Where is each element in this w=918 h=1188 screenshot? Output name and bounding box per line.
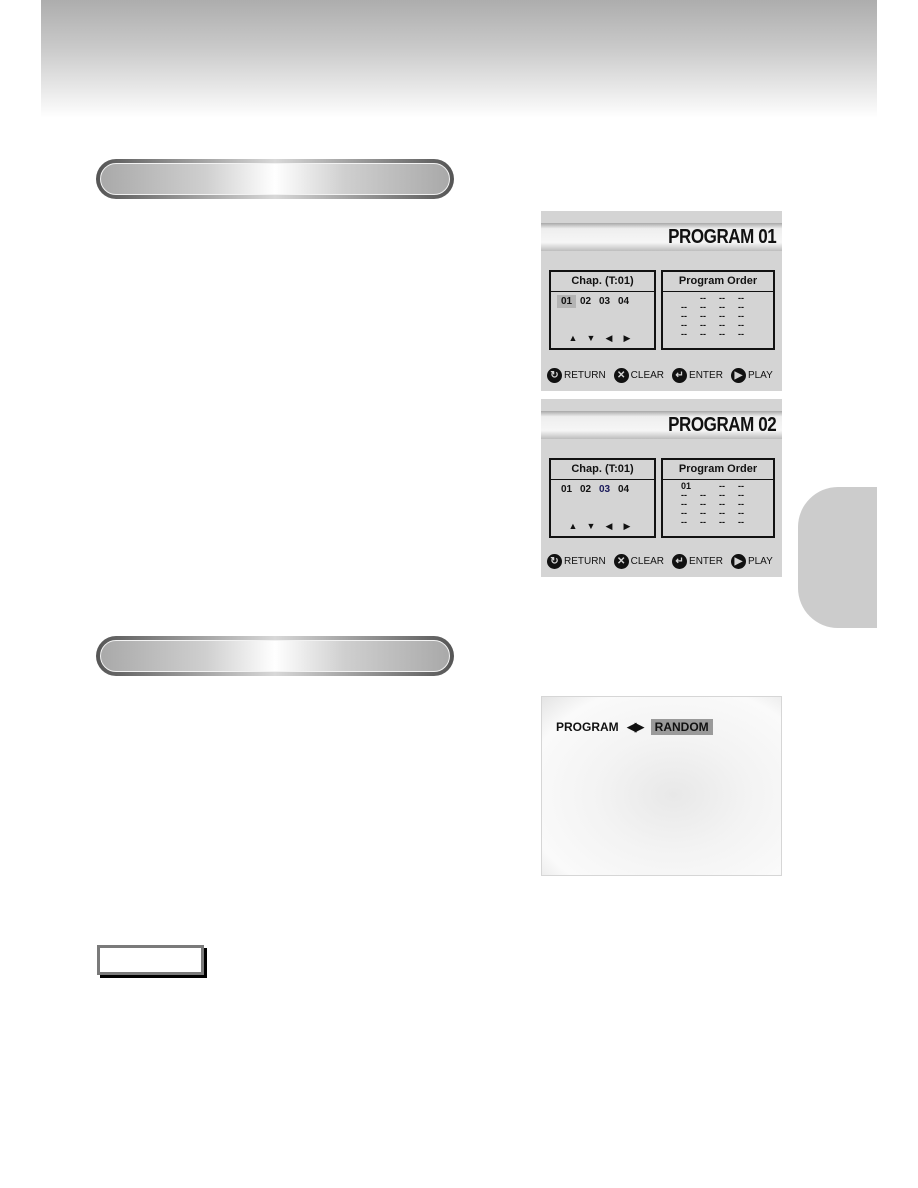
program-order-cell: -- xyxy=(681,517,687,527)
clear-icon: ✕ xyxy=(613,368,629,383)
footer-clear: ✕ CLEAR xyxy=(613,368,664,383)
random-screen: PROGRAM ◀▶ RANDOM xyxy=(541,696,782,876)
left-right-arrows-icon: ◀▶ xyxy=(626,719,645,734)
program-order-cell: -- xyxy=(700,329,706,339)
program-order-grid: 01 -- -- -- -- -- -- -- -- -- -- -- -- -- -- -- -- -- -- xyxy=(681,482,757,527)
chapter-item[interactable]: 01 xyxy=(557,295,576,308)
clear-icon: ✕ xyxy=(613,554,629,569)
arrow-down-icon: ▼ xyxy=(586,521,596,531)
enter-icon: ↵ xyxy=(672,554,688,569)
play-icon: ▶ xyxy=(730,554,746,569)
chapter-item[interactable]: 02 xyxy=(576,295,595,308)
program-order-header: Program Order xyxy=(663,272,773,292)
chapter-item[interactable]: 01 xyxy=(557,483,576,496)
screen-footer: ↻ RETURN ✕ CLEAR ↵ ENTER ▶ PLAY xyxy=(547,554,773,569)
program-screen-02: PROGRAM 02 Chap. (T:01) 01 02 03 04 ▲ ▼ … xyxy=(541,399,782,577)
chapter-item[interactable]: 04 xyxy=(614,295,633,308)
chapter-panel: Chap. (T:01) 01 02 03 04 ▲ ▼ ◀ ▶ xyxy=(549,270,656,350)
arrow-left-icon: ◀ xyxy=(605,521,613,531)
arrow-right-icon: ▶ xyxy=(623,521,631,531)
footer-play: ▶ PLAY xyxy=(730,554,773,569)
nav-arrows: ▲ ▼ ◀ ▶ xyxy=(567,521,633,532)
program-order-cell: -- xyxy=(719,517,725,527)
chapter-side-tab xyxy=(798,487,877,628)
play-icon: ▶ xyxy=(730,368,746,383)
chapter-item[interactable]: 03 xyxy=(595,295,614,308)
program-random-selector: PROGRAM ◀▶ RANDOM xyxy=(556,719,713,735)
program-order-cell: -- xyxy=(738,517,744,527)
program-order-cell: -- xyxy=(700,517,706,527)
chapter-list: 01 02 03 04 xyxy=(557,295,633,308)
program-order-cell: -- xyxy=(719,329,725,339)
nav-arrows: ▲ ▼ ◀ ▶ xyxy=(567,333,633,344)
note-label-box xyxy=(97,945,204,975)
section-title-bar-random xyxy=(96,636,454,676)
footer-return: ↻ RETURN xyxy=(547,368,606,383)
screen-title: PROGRAM 02 xyxy=(541,411,782,439)
return-icon: ↻ xyxy=(547,554,562,569)
footer-return: ↻ RETURN xyxy=(547,554,606,569)
footer-enter: ↵ ENTER xyxy=(672,554,723,569)
program-option[interactable]: PROGRAM xyxy=(556,720,619,734)
page-header-band xyxy=(41,0,877,118)
program-order-panel: Program Order 01 -- -- -- -- -- -- -- -- -- -- -- --… xyxy=(661,458,775,538)
chapter-list: 01 02 03 04 xyxy=(557,483,633,496)
arrow-down-icon: ▼ xyxy=(586,333,596,343)
arrow-up-icon: ▲ xyxy=(568,521,578,531)
arrow-right-icon: ▶ xyxy=(623,333,631,343)
arrow-up-icon: ▲ xyxy=(568,333,578,343)
screen-footer: ↻ RETURN ✕ CLEAR ↵ ENTER ▶ PLAY xyxy=(547,368,773,383)
section-title-bar-program xyxy=(96,159,454,199)
random-option[interactable]: RANDOM xyxy=(650,719,713,735)
program-order-cell: -- xyxy=(738,329,744,339)
program-order-header: Program Order xyxy=(663,460,773,480)
chapter-panel-header: Chap. (T:01) xyxy=(551,272,654,292)
program-order-grid: -- -- -- -- -- -- -- -- -- -- -- -- -- -- -- -- -- -- -- xyxy=(681,294,757,339)
program-order-panel: Program Order -- -- -- -- -- -- -- -- -- -- -- -- --… xyxy=(661,270,775,350)
program-order-cell: -- xyxy=(681,329,687,339)
program-screen-01: PROGRAM 01 Chap. (T:01) 01 02 03 04 ▲ ▼ … xyxy=(541,211,782,391)
footer-play: ▶ PLAY xyxy=(730,368,773,383)
chapter-panel: Chap. (T:01) 01 02 03 04 ▲ ▼ ◀ ▶ xyxy=(549,458,656,538)
screen-title: PROGRAM 01 xyxy=(541,223,782,251)
chapter-item-selected[interactable]: 03 xyxy=(595,483,614,496)
chapter-item[interactable]: 02 xyxy=(576,483,595,496)
footer-clear: ✕ CLEAR xyxy=(613,554,664,569)
enter-icon: ↵ xyxy=(672,368,688,383)
footer-enter: ↵ ENTER xyxy=(672,368,723,383)
chapter-item[interactable]: 04 xyxy=(614,483,633,496)
arrow-left-icon: ◀ xyxy=(605,333,613,343)
chapter-panel-header: Chap. (T:01) xyxy=(551,460,654,480)
return-icon: ↻ xyxy=(547,368,562,383)
